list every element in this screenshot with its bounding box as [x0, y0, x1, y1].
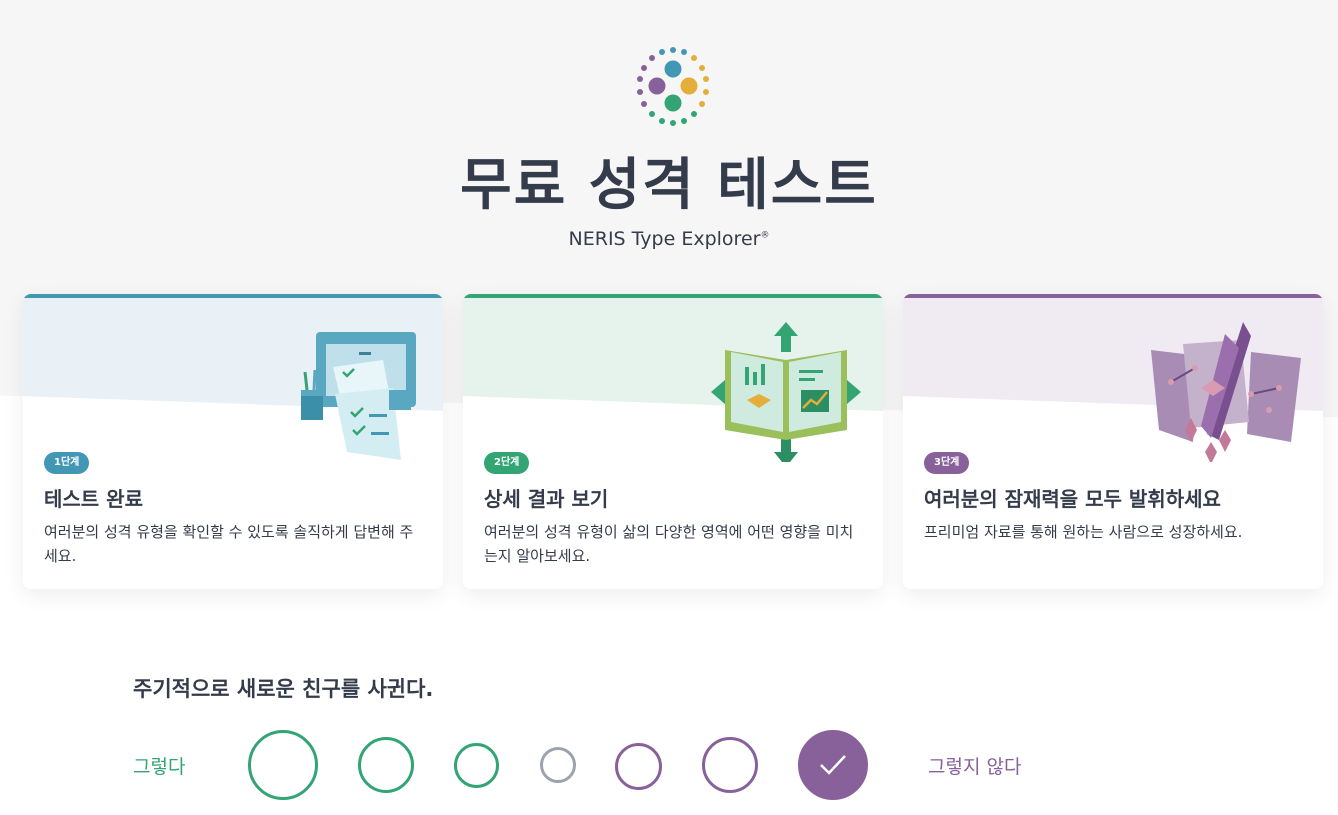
- card-top-bar: [463, 294, 883, 298]
- card-title: 상세 결과 보기: [484, 487, 609, 511]
- answer-option-strongly-agree[interactable]: [248, 730, 318, 800]
- page-title: 무료 성격 테스트: [460, 153, 878, 218]
- logo-icon: [637, 47, 709, 126]
- check-icon: [820, 755, 846, 775]
- agree-label: 그렇다: [133, 756, 186, 778]
- step-badge: 2단계: [484, 452, 530, 474]
- answer-option-strongly-disagree[interactable]: [798, 730, 868, 800]
- answer-option-slightly-disagree[interactable]: [615, 743, 662, 790]
- answer-option-agree[interactable]: [358, 737, 414, 793]
- answer-option-disagree[interactable]: [702, 737, 758, 793]
- book-chart-icon: [711, 322, 861, 462]
- card-description: 여러분의 성격 유형이 삶의 다양한 영역에 어떤 영향을 미치는지 알아보세요…: [484, 523, 854, 565]
- card-description: 여러분의 성격 유형을 확인할 수 있도록 솔직하게 답변해 주세요.: [44, 523, 414, 565]
- card-description: 프리미엄 자료를 통해 원하는 사람으로 성장하세요.: [924, 523, 1243, 541]
- step-card-3: 3단계 여러분의 잠재력을 모두 발휘하세요 프리미엄 자료를 통해 원하는 사…: [903, 294, 1323, 589]
- question-text: 주기적으로 새로운 친구를 사귄다.: [133, 677, 434, 701]
- answer-option-slightly-agree[interactable]: [454, 743, 499, 788]
- disagree-label: 그렇지 않다: [928, 756, 1022, 778]
- crystals-icon: [1151, 322, 1301, 462]
- page-subtitle: NERIS Type Explorer®: [0, 228, 1338, 250]
- card-title: 여러분의 잠재력을 모두 발휘하세요: [924, 487, 1221, 511]
- step-badge: 3단계: [924, 452, 970, 474]
- checklist-icon: [301, 332, 416, 460]
- card-top-bar: [23, 294, 443, 298]
- subtitle-text: NERIS Type Explorer: [568, 228, 761, 250]
- card-top-bar: [903, 294, 1323, 298]
- answer-option-neutral[interactable]: [540, 747, 576, 783]
- card-title: 테스트 완료: [44, 487, 143, 511]
- step-card-1: 1단계 테스트 완료 여러분의 성격 유형을 확인할 수 있도록 솔직하게 답변…: [23, 294, 443, 589]
- registered-mark: ®: [760, 230, 770, 241]
- step-card-2: 2단계 상세 결과 보기 여러분의 성격 유형이 삶의 다양한 영역에 어떤 영…: [463, 294, 883, 589]
- step-badge: 1단계: [44, 452, 90, 474]
